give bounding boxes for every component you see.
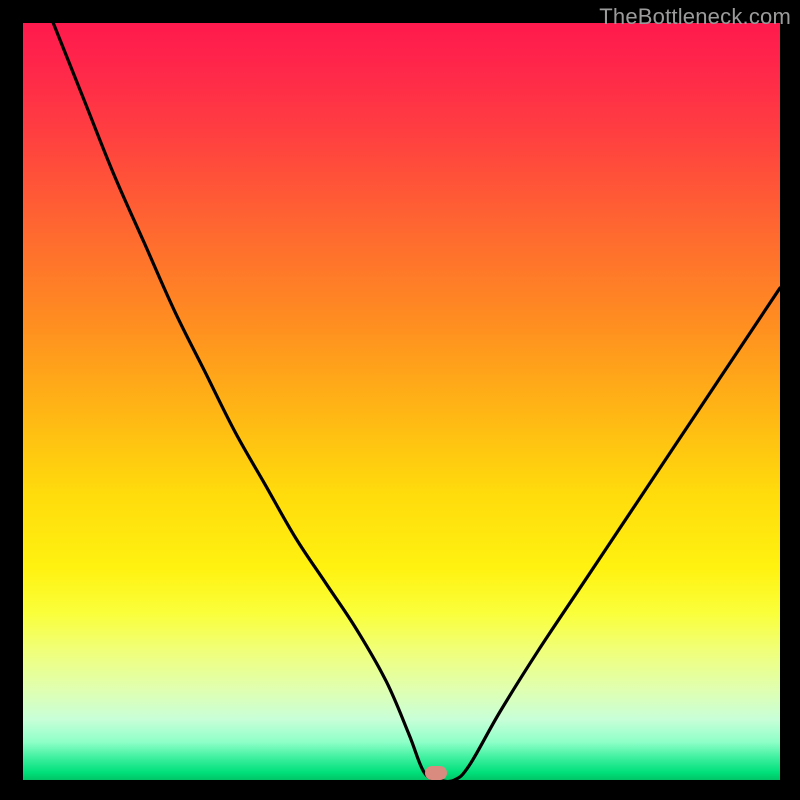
chart-frame: TheBottleneck.com xyxy=(0,0,800,800)
bottleneck-curve xyxy=(23,23,780,780)
optimal-marker xyxy=(425,766,447,780)
plot-area xyxy=(23,23,780,780)
watermark-text: TheBottleneck.com xyxy=(599,4,791,30)
